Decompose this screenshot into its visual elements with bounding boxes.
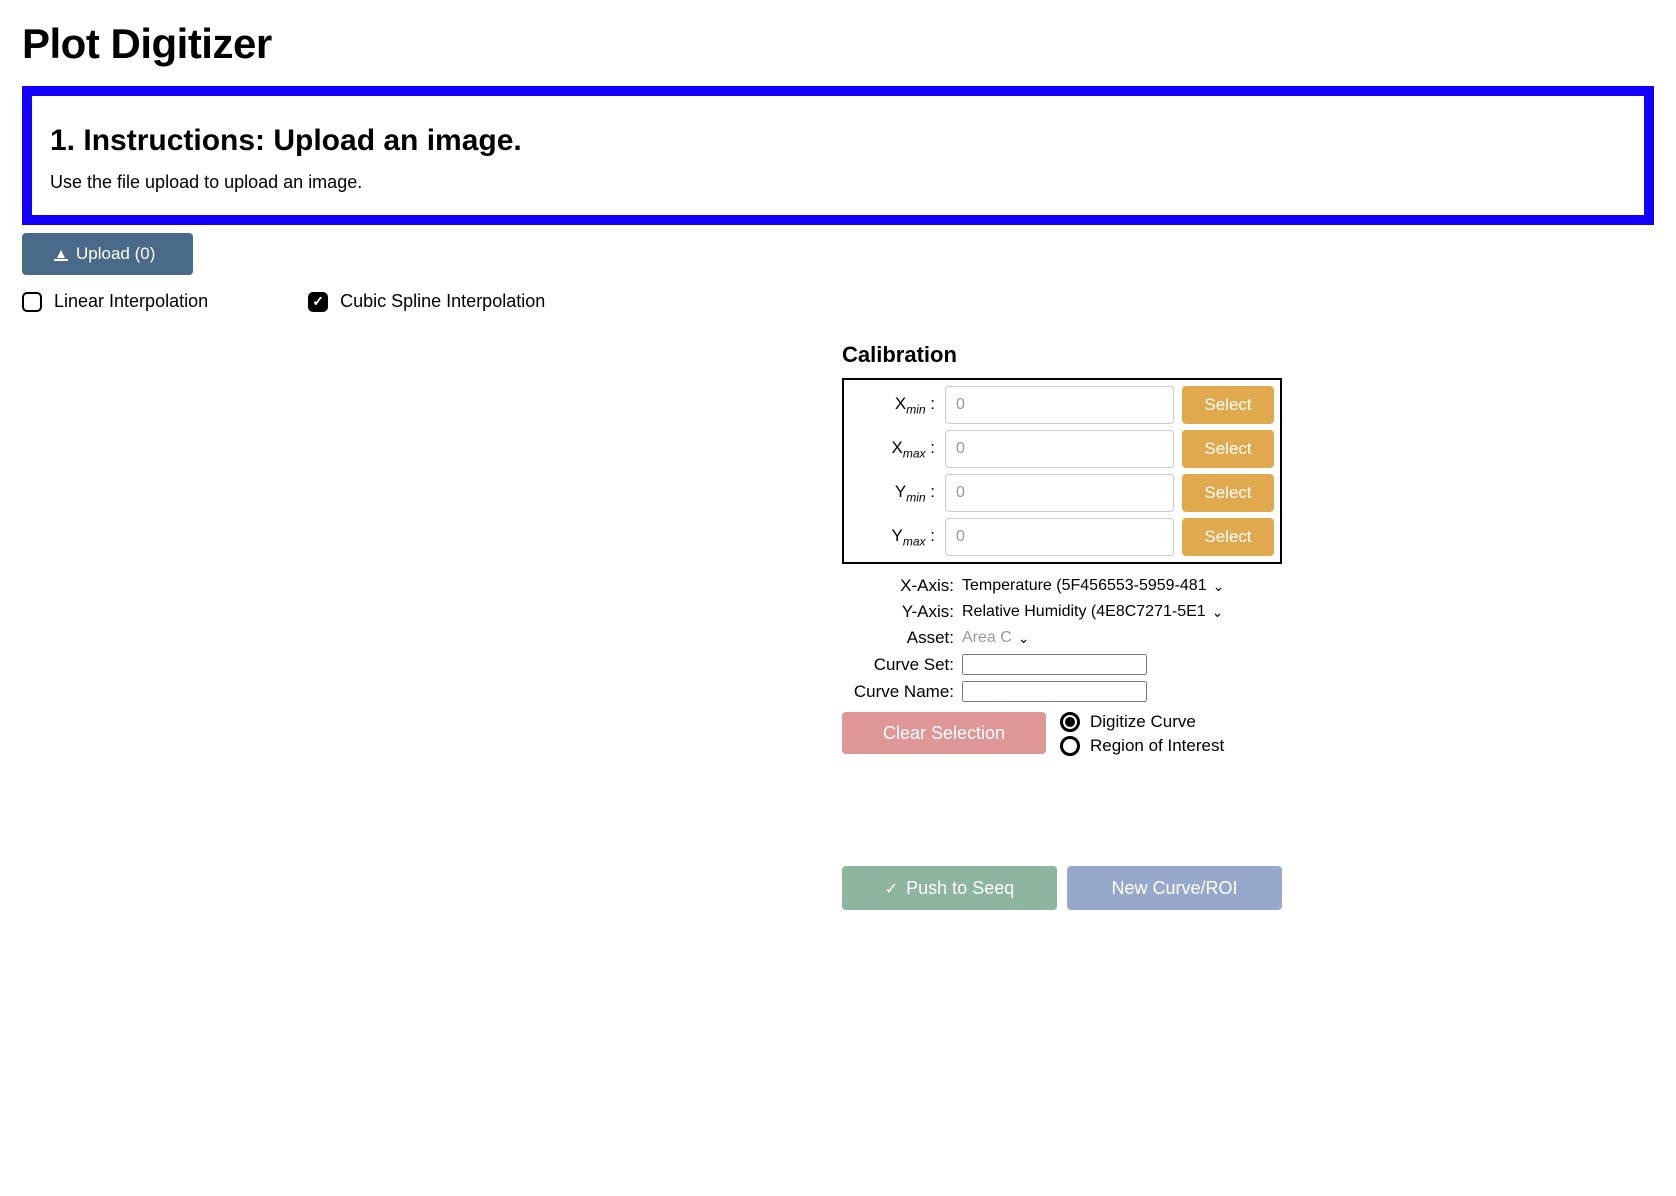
digitize-curve-label: Digitize Curve <box>1090 712 1196 732</box>
xaxis-select[interactable]: Temperature (5F456553-5959-481 ⌄ <box>962 577 1224 595</box>
calib-label-xmax: Xmax : <box>850 438 937 460</box>
calibration-xy-box: Xmin : Select Xmax : Select Ymin : Selec… <box>842 378 1282 564</box>
xaxis-label: X-Axis: <box>842 576 954 596</box>
check-icon <box>885 878 898 899</box>
curve-name-input[interactable] <box>962 681 1147 702</box>
calib-select-xmax[interactable]: Select <box>1182 430 1274 468</box>
calib-row-ymax: Ymax : Select <box>850 518 1274 556</box>
curve-set-row: Curve Set: <box>842 654 1282 675</box>
calib-input-xmin[interactable] <box>945 386 1174 424</box>
linear-interpolation-checkbox[interactable]: Linear Interpolation <box>22 291 208 312</box>
push-label: Push to Seeq <box>906 878 1014 899</box>
cubic-spline-checkbox[interactable]: Cubic Spline Interpolation <box>308 291 545 312</box>
chevron-down-icon: ⌄ <box>1213 578 1225 595</box>
curve-name-row: Curve Name: <box>842 681 1282 702</box>
interpolation-options: Linear Interpolation Cubic Spline Interp… <box>22 291 1654 312</box>
instructions-body: Use the file upload to upload an image. <box>50 172 1626 193</box>
yaxis-select[interactable]: Relative Humidity (4E8C7271-5E1 ⌄ <box>962 603 1223 621</box>
instructions-heading: 1. Instructions: Upload an image. <box>50 124 1626 158</box>
clear-selection-button[interactable]: Clear Selection <box>842 712 1046 754</box>
asset-placeholder: Area C <box>962 629 1012 647</box>
calibration-title: Calibration <box>842 342 1282 368</box>
calib-select-xmin[interactable]: Select <box>1182 386 1274 424</box>
roi-radio[interactable]: Region of Interest <box>1060 736 1224 756</box>
new-curve-button[interactable]: New Curve/ROI <box>1067 866 1282 910</box>
upload-button[interactable]: Upload (0) <box>22 233 193 275</box>
push-to-seeq-button[interactable]: Push to Seeq <box>842 866 1057 910</box>
digitize-curve-radio[interactable]: Digitize Curve <box>1060 712 1224 732</box>
calib-label-ymax: Ymax : <box>850 526 937 548</box>
linear-interpolation-label: Linear Interpolation <box>54 291 208 312</box>
calib-input-ymax[interactable] <box>945 518 1174 556</box>
asset-label: Asset: <box>842 628 954 648</box>
xaxis-value: Temperature (5F456553-5959-481 <box>962 577 1207 595</box>
cubic-spline-label: Cubic Spline Interpolation <box>340 291 545 312</box>
mode-radio-group: Digitize Curve Region of Interest <box>1060 712 1224 756</box>
roi-label: Region of Interest <box>1090 736 1224 756</box>
calib-row-ymin: Ymin : Select <box>850 474 1274 512</box>
radio-dot <box>1060 736 1080 756</box>
calib-row-xmax: Xmax : Select <box>850 430 1274 468</box>
bottom-buttons: Push to Seeq New Curve/ROI <box>842 866 1282 910</box>
yaxis-label: Y-Axis: <box>842 602 954 622</box>
calib-row-xmin: Xmin : Select <box>850 386 1274 424</box>
checkbox-box <box>22 292 42 312</box>
curve-set-input[interactable] <box>962 654 1147 675</box>
checkbox-box <box>308 292 328 312</box>
calib-label-xmin: Xmin : <box>850 394 937 416</box>
calib-input-ymin[interactable] <box>945 474 1174 512</box>
chevron-down-icon: ⌄ <box>1212 604 1224 621</box>
yaxis-row: Y-Axis: Relative Humidity (4E8C7271-5E1 … <box>842 602 1282 622</box>
calibration-panel: Calibration Xmin : Select Xmax : Select … <box>842 342 1282 910</box>
calib-select-ymax[interactable]: Select <box>1182 518 1274 556</box>
clear-row: Clear Selection Digitize Curve Region of… <box>842 712 1282 756</box>
radio-dot <box>1060 712 1080 732</box>
upload-icon <box>54 247 68 261</box>
page-title: Plot Digitizer <box>22 20 1654 68</box>
calib-label-ymin: Ymin : <box>850 482 937 504</box>
curve-name-label: Curve Name: <box>842 682 954 702</box>
curve-set-label: Curve Set: <box>842 655 954 675</box>
chevron-down-icon: ⌄ <box>1018 630 1030 647</box>
xaxis-row: X-Axis: Temperature (5F456553-5959-481 ⌄ <box>842 576 1282 596</box>
yaxis-value: Relative Humidity (4E8C7271-5E1 <box>962 603 1206 621</box>
calib-select-ymin[interactable]: Select <box>1182 474 1274 512</box>
instructions-box: 1. Instructions: Upload an image. Use th… <box>22 86 1654 225</box>
asset-select[interactable]: Area C ⌄ <box>962 629 1030 647</box>
asset-row: Asset: Area C ⌄ <box>842 628 1282 648</box>
upload-button-label: Upload (0) <box>76 244 155 264</box>
calib-input-xmax[interactable] <box>945 430 1174 468</box>
